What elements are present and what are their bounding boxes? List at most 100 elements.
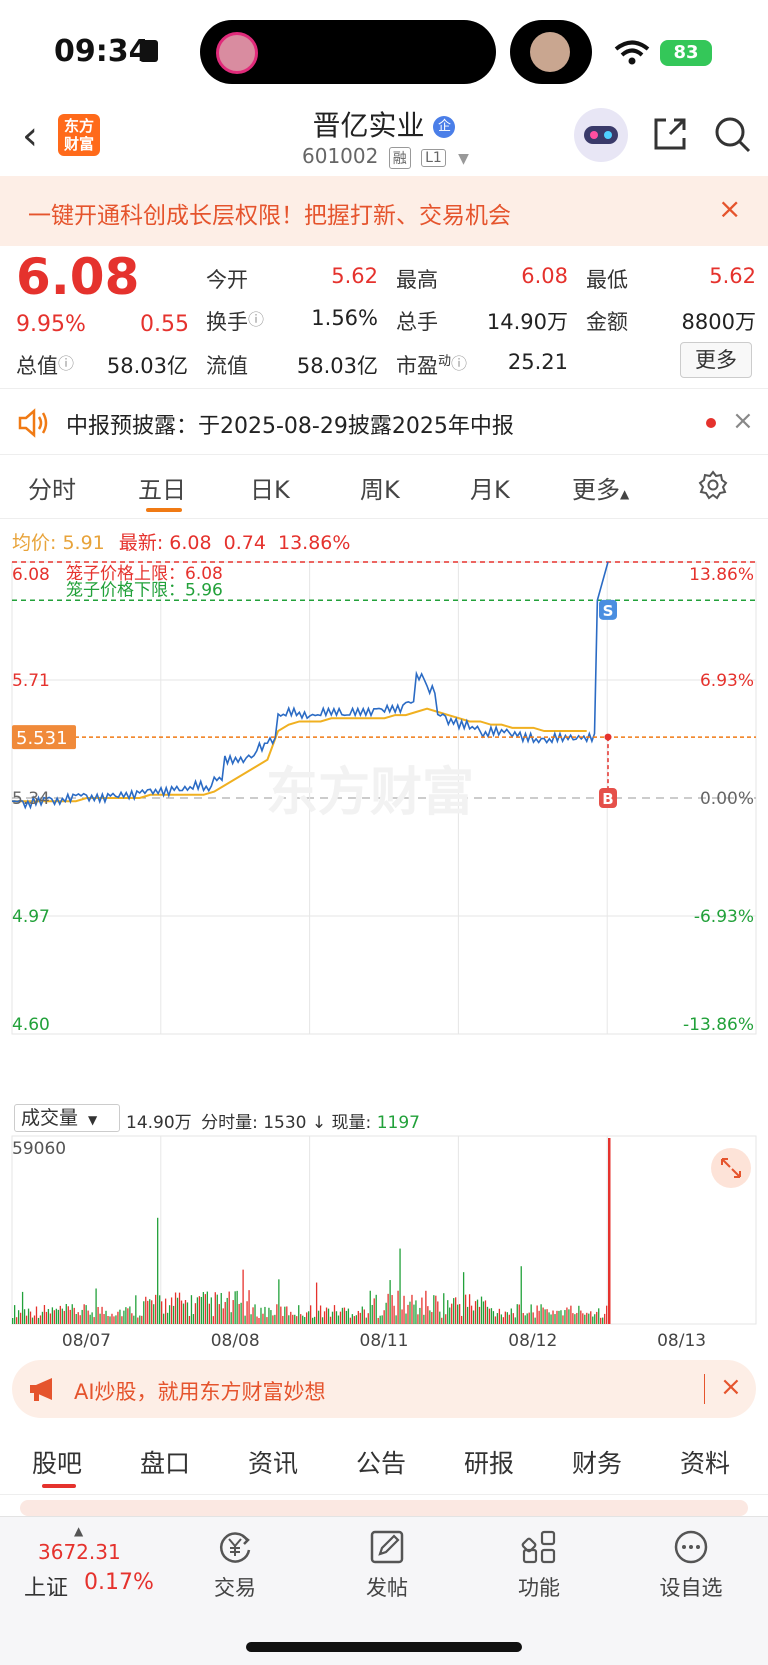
volume-bar bbox=[242, 1269, 244, 1324]
index-percent[interactable]: 0.17% bbox=[84, 1570, 154, 1595]
volume-chart[interactable]: 59060 08/07 08/08 08/11 08/12 08/13 bbox=[0, 1132, 768, 1352]
volume-bar bbox=[35, 1306, 38, 1324]
amount-value: 8800万 bbox=[681, 310, 756, 334]
volume-bar bbox=[176, 1297, 179, 1324]
search-icon[interactable] bbox=[712, 114, 752, 154]
volume-bar bbox=[210, 1297, 212, 1324]
volume-bar bbox=[151, 1300, 153, 1324]
close-icon[interactable]: × bbox=[720, 1372, 742, 1402]
volume-bar bbox=[369, 1290, 371, 1324]
volume-bar bbox=[262, 1313, 264, 1324]
tab-monthly-k[interactable]: 月K bbox=[470, 470, 510, 505]
volume-bar bbox=[468, 1294, 471, 1324]
five-day-price-chart[interactable]: 东方财富 笼子价格上限：6.08笼子价格下限：5.96 6.08 13.86%5.… bbox=[0, 550, 768, 1110]
x-tick-label: 08/08 bbox=[211, 1331, 260, 1351]
unread-dot bbox=[706, 418, 716, 428]
notice-text[interactable]: 中报预披露：于2025-08-29披露2025年中报 bbox=[66, 408, 514, 440]
tab-research[interactable]: 研报 bbox=[464, 1444, 514, 1480]
info-icon[interactable]: ⓘ bbox=[451, 354, 467, 373]
volume-bar bbox=[300, 1314, 302, 1324]
gear-icon[interactable] bbox=[698, 470, 728, 500]
tab-more[interactable]: 更多▲ bbox=[572, 470, 629, 505]
volume-bar bbox=[395, 1315, 397, 1324]
info-icon[interactable]: ⓘ bbox=[58, 354, 74, 373]
volume-bar bbox=[437, 1301, 439, 1324]
close-icon[interactable]: × bbox=[718, 192, 741, 225]
tab-news[interactable]: 资讯 bbox=[248, 1444, 298, 1480]
last-price: 6.08 bbox=[16, 248, 140, 306]
volume-bar bbox=[202, 1292, 205, 1324]
volume-bar bbox=[153, 1304, 155, 1324]
volume-bar bbox=[608, 1138, 611, 1324]
index-name[interactable]: 上证 bbox=[24, 1570, 68, 1602]
ai-robot-icon[interactable] bbox=[574, 108, 628, 162]
indicator-select[interactable]: 成交量 ▼ bbox=[14, 1104, 120, 1132]
expand-icon[interactable] bbox=[711, 1148, 751, 1188]
volume-bar bbox=[472, 1310, 475, 1324]
volume-bar bbox=[532, 1312, 534, 1324]
ai-banner-text[interactable]: AI炒股，就用东方财富妙想 bbox=[74, 1376, 326, 1406]
volume-bar bbox=[435, 1295, 437, 1324]
nav-trade[interactable]: 交易 bbox=[190, 1528, 280, 1602]
volume-bar bbox=[180, 1300, 183, 1324]
volume-bar bbox=[530, 1304, 532, 1324]
tab-intraday[interactable]: 分时 bbox=[28, 470, 76, 505]
volume-bar bbox=[93, 1317, 95, 1324]
volume-bar bbox=[606, 1305, 608, 1324]
tab-guba[interactable]: 股吧 bbox=[32, 1444, 82, 1480]
volume-bar bbox=[302, 1315, 304, 1324]
dropdown-icon[interactable]: ▼ bbox=[458, 151, 469, 167]
volume-bar bbox=[232, 1300, 234, 1324]
status-time: 09:34 bbox=[54, 34, 150, 69]
volume-bar bbox=[421, 1297, 423, 1324]
float-cap-value: 58.03亿 bbox=[296, 354, 378, 378]
info-icon[interactable]: ⓘ bbox=[248, 310, 264, 329]
volume-bar bbox=[542, 1307, 544, 1324]
volume-bar bbox=[393, 1305, 395, 1324]
volume-bar bbox=[272, 1315, 274, 1324]
volume-bar bbox=[45, 1311, 48, 1324]
nav-functions[interactable]: 功能 bbox=[494, 1528, 584, 1602]
volume-bar bbox=[238, 1303, 240, 1324]
volume-bar bbox=[429, 1310, 431, 1324]
volume-bar bbox=[19, 1312, 22, 1324]
volume-bar bbox=[564, 1310, 566, 1324]
volume-bar bbox=[135, 1295, 137, 1324]
volume-bar bbox=[476, 1299, 479, 1324]
nav-post[interactable]: 发帖 bbox=[342, 1528, 432, 1602]
tab-five-day[interactable]: 五日 bbox=[138, 470, 186, 505]
volume-bar bbox=[27, 1308, 30, 1324]
volume-bar bbox=[89, 1314, 91, 1324]
volume-bar bbox=[381, 1315, 383, 1324]
volume-bar bbox=[250, 1314, 252, 1324]
tab-weekly-k[interactable]: 周K bbox=[360, 470, 400, 505]
volume-bar bbox=[365, 1317, 367, 1324]
home-indicator bbox=[246, 1642, 522, 1652]
more-button[interactable]: 更多 bbox=[680, 342, 752, 378]
volume-bar bbox=[594, 1314, 596, 1324]
volume-bar bbox=[391, 1295, 393, 1324]
tab-announcements[interactable]: 公告 bbox=[356, 1444, 406, 1480]
volume-bar bbox=[327, 1308, 330, 1324]
y-tick-left: 6.08 bbox=[12, 565, 50, 585]
index-value[interactable]: 3672.31 bbox=[38, 1540, 121, 1564]
volume-bar bbox=[518, 1304, 520, 1324]
stock-code[interactable]: 601002 融 L1 ▼ bbox=[302, 144, 469, 169]
volume-bar bbox=[141, 1315, 143, 1324]
tab-pankou[interactable]: 盘口 bbox=[140, 1444, 190, 1480]
volume-bar bbox=[540, 1304, 542, 1324]
volume-bar bbox=[460, 1315, 463, 1324]
tab-daily-k[interactable]: 日K bbox=[250, 470, 290, 505]
share-icon[interactable] bbox=[650, 114, 690, 154]
volume-bar bbox=[59, 1305, 61, 1324]
volume-bar bbox=[178, 1292, 181, 1324]
volume-bar bbox=[266, 1317, 268, 1324]
tab-profile[interactable]: 资料 bbox=[680, 1444, 730, 1480]
volume-bar bbox=[399, 1248, 401, 1324]
tab-finance[interactable]: 财务 bbox=[572, 1444, 622, 1480]
volume-bar bbox=[129, 1306, 131, 1324]
close-icon[interactable]: × bbox=[732, 406, 754, 436]
nav-watchlist[interactable]: 设自选 bbox=[646, 1528, 736, 1602]
volume-bar bbox=[357, 1310, 359, 1324]
promo-text[interactable]: 一键开通科创成长层权限！把握打新、交易机会 bbox=[28, 196, 511, 230]
